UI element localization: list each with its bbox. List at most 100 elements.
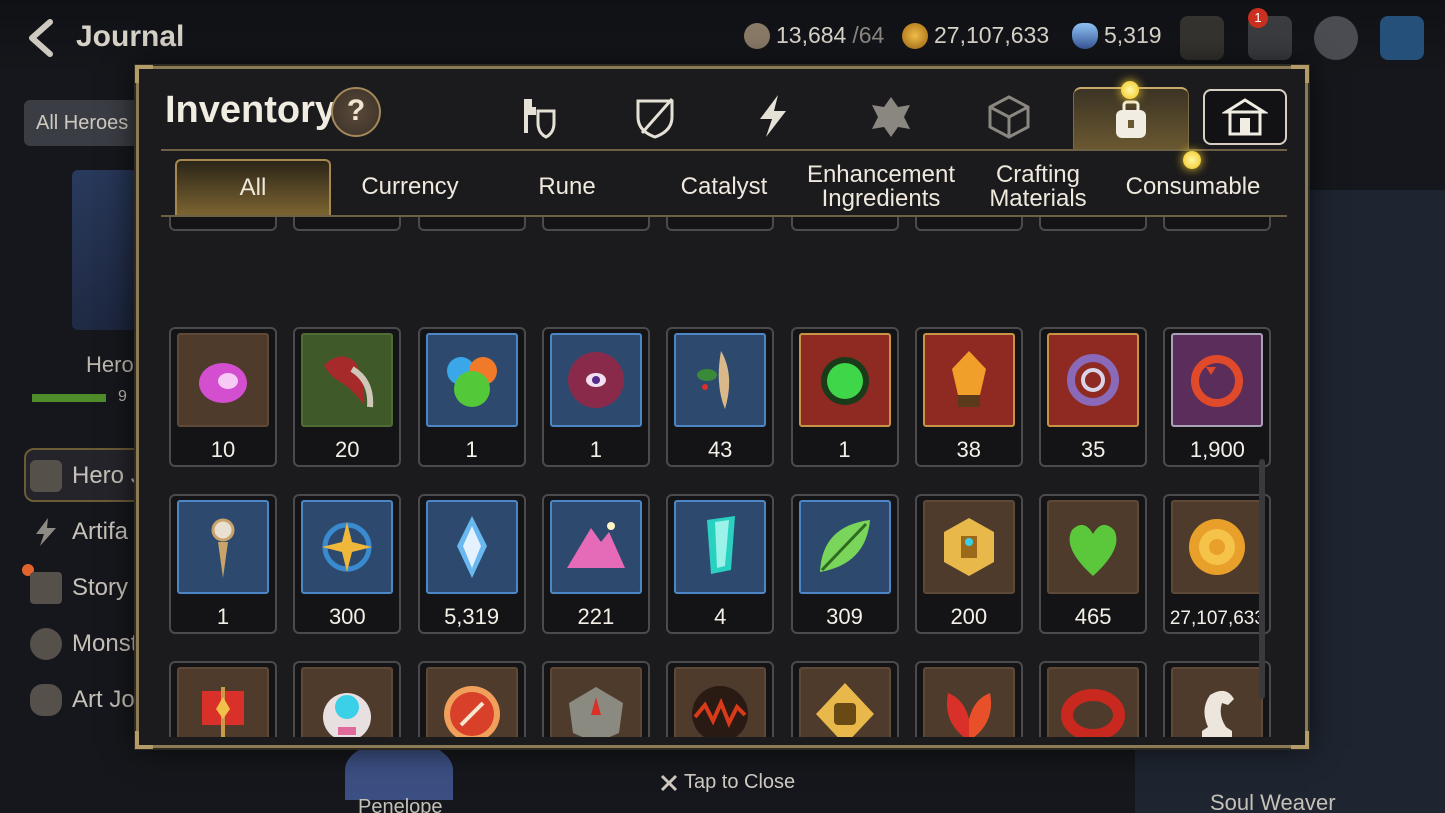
inventory-slot[interactable]: 1 (169, 494, 277, 634)
corner-ornament (1291, 731, 1309, 749)
filter-label: Consumable (1125, 173, 1261, 200)
item-quantity: 38 (956, 437, 982, 462)
item-icon-frame (798, 333, 891, 427)
item-quantity: 5,319 (444, 604, 500, 629)
back-arrow-icon[interactable] (22, 18, 62, 58)
inventory-slot[interactable]: 5,319 (417, 494, 526, 634)
inventory-slot[interactable]: 100 (1039, 661, 1148, 737)
inventory-slot[interactable]: 200 (914, 494, 1023, 634)
sidebar-item-label: Hero J (72, 462, 143, 489)
filter-catalyst[interactable]: Catalyst (646, 159, 802, 215)
lightning-icon (30, 516, 62, 548)
penelope-label: Penelope (358, 796, 443, 813)
white-horse-icon (1202, 690, 1235, 737)
inventory-slot[interactable]: 16 (914, 661, 1023, 737)
sidebar-item-art-journal[interactable]: Art Jo (30, 684, 135, 716)
inventory-slot[interactable]: 465 (1039, 494, 1148, 634)
filter-enhancement-ingredients[interactable]: Enhancement Ingredients (803, 159, 959, 215)
inventory-slot[interactable]: 3 (293, 661, 402, 737)
tab-equipment[interactable] (479, 87, 595, 145)
sidebar-item-label: Art Jo (72, 686, 135, 713)
inventory-slot[interactable]: 27,107,633 (1163, 494, 1272, 634)
inventory-slot[interactable]: 1 (790, 327, 899, 467)
inventory-slot[interactable]: 43 (666, 327, 775, 467)
filter-currency[interactable]: Currency (332, 159, 488, 215)
tap-to-close[interactable]: Tap to Close (660, 771, 795, 794)
filter-rune[interactable]: Rune (489, 159, 645, 215)
item-icon-frame (922, 333, 1015, 427)
filter-all[interactable]: All (175, 159, 331, 215)
inventory-modal: Inventory ? All Currency Rune Catalyst E… (135, 65, 1309, 749)
item-quantity: 1 (589, 437, 603, 462)
scrollbar[interactable] (1259, 459, 1265, 699)
tab-runes[interactable] (833, 87, 949, 145)
inventory-slot[interactable]: 1,000 (790, 661, 899, 737)
filter-label: Rune (538, 173, 596, 200)
sidebar-item-label: Artifa (72, 518, 129, 545)
eye-orb-icon (567, 352, 624, 408)
sidebar-item-story[interactable]: Story (30, 572, 128, 604)
gold-hexagon-icon (943, 518, 994, 576)
inventory-slot[interactable]: 16 (790, 217, 899, 231)
inventory-slot[interactable]: 16 (541, 217, 650, 231)
gold-value: 27,107,633 (934, 22, 1050, 48)
inventory-slot[interactable]: 20 (666, 217, 775, 231)
filter-label: All (239, 174, 267, 201)
item-quantity: 1 (295, 217, 399, 223)
inventory-slot[interactable]: 13,684 (1163, 661, 1272, 737)
inventory-slot[interactable]: 16 (1163, 217, 1272, 231)
hero-progress-bar (32, 394, 106, 402)
inventory-slot[interactable]: 2 (417, 217, 526, 231)
inventory-slot[interactable]: 1 (417, 327, 526, 467)
item-quantity: 2 (171, 217, 275, 223)
lightning-icon (760, 95, 786, 137)
inventory-slot[interactable]: 2 (169, 217, 277, 231)
inventory-slot[interactable]: 38 (914, 327, 1023, 467)
sidebar-item-hero-journal[interactable]: Hero J (30, 460, 143, 492)
inventory-grid: 21216201616161610201143138351,90013005,3… (165, 217, 1277, 737)
inventory-slot[interactable]: 1 (541, 327, 650, 467)
inventory-slot[interactable]: 1 (293, 217, 402, 231)
banner-icon (202, 687, 244, 737)
menu-grid-icon[interactable] (1380, 16, 1424, 60)
tab-materials[interactable] (951, 87, 1067, 145)
inventory-slot[interactable]: 6 (666, 661, 775, 737)
inventory-slot[interactable]: 309 (790, 494, 899, 634)
shop-icon[interactable] (1180, 16, 1224, 60)
item-icon-frame (1171, 500, 1264, 594)
help-button[interactable]: ? (331, 87, 381, 137)
inventory-slot[interactable]: 10 (169, 327, 277, 467)
tab-catalysts[interactable] (715, 87, 831, 145)
inventory-slot[interactable]: 221 (541, 494, 650, 634)
item-quantity: 1 (216, 604, 230, 629)
item-icon-frame (301, 500, 394, 594)
tap-to-close-label: Tap to Close (684, 771, 796, 793)
inventory-slot[interactable]: 20 (293, 327, 402, 467)
filter-crafting-materials[interactable]: Crafting Materials (960, 159, 1116, 215)
tab-storage[interactable] (1203, 89, 1287, 145)
sidebar-item-monster[interactable]: Monst (30, 628, 137, 660)
teal-crystal-icon (707, 516, 736, 574)
inventory-slot[interactable]: 5 (169, 661, 277, 737)
gold-counter: 27,107,633 (902, 22, 1049, 49)
pink-crystal-icon (566, 522, 625, 568)
all-heroes-button[interactable]: All Heroes (24, 100, 144, 146)
chat-icon[interactable] (1314, 16, 1358, 60)
skystone-icon (456, 516, 487, 578)
inventory-slot[interactable]: 300 (293, 494, 402, 634)
inventory-slot[interactable]: 16 (1039, 217, 1148, 231)
inventory-slot[interactable]: 4 (666, 494, 775, 634)
fist-emblem-icon (815, 683, 874, 737)
inventory-slot[interactable]: 35 (1039, 327, 1148, 467)
item-icon-frame (301, 333, 394, 427)
inventory-slot[interactable]: 1,900 (1163, 327, 1272, 467)
filter-label-line2: Materials (989, 185, 1087, 212)
inventory-slot[interactable]: 10 (541, 661, 650, 737)
inventory-slot[interactable]: 3 (417, 661, 526, 737)
stamina-icon (744, 22, 770, 49)
inventory-slot[interactable]: 16 (914, 217, 1023, 231)
tab-artifacts[interactable] (597, 87, 713, 145)
item-icon-frame (301, 667, 394, 737)
leaf-icon (819, 520, 870, 572)
sidebar-item-artifact[interactable]: Artifa (30, 516, 128, 548)
